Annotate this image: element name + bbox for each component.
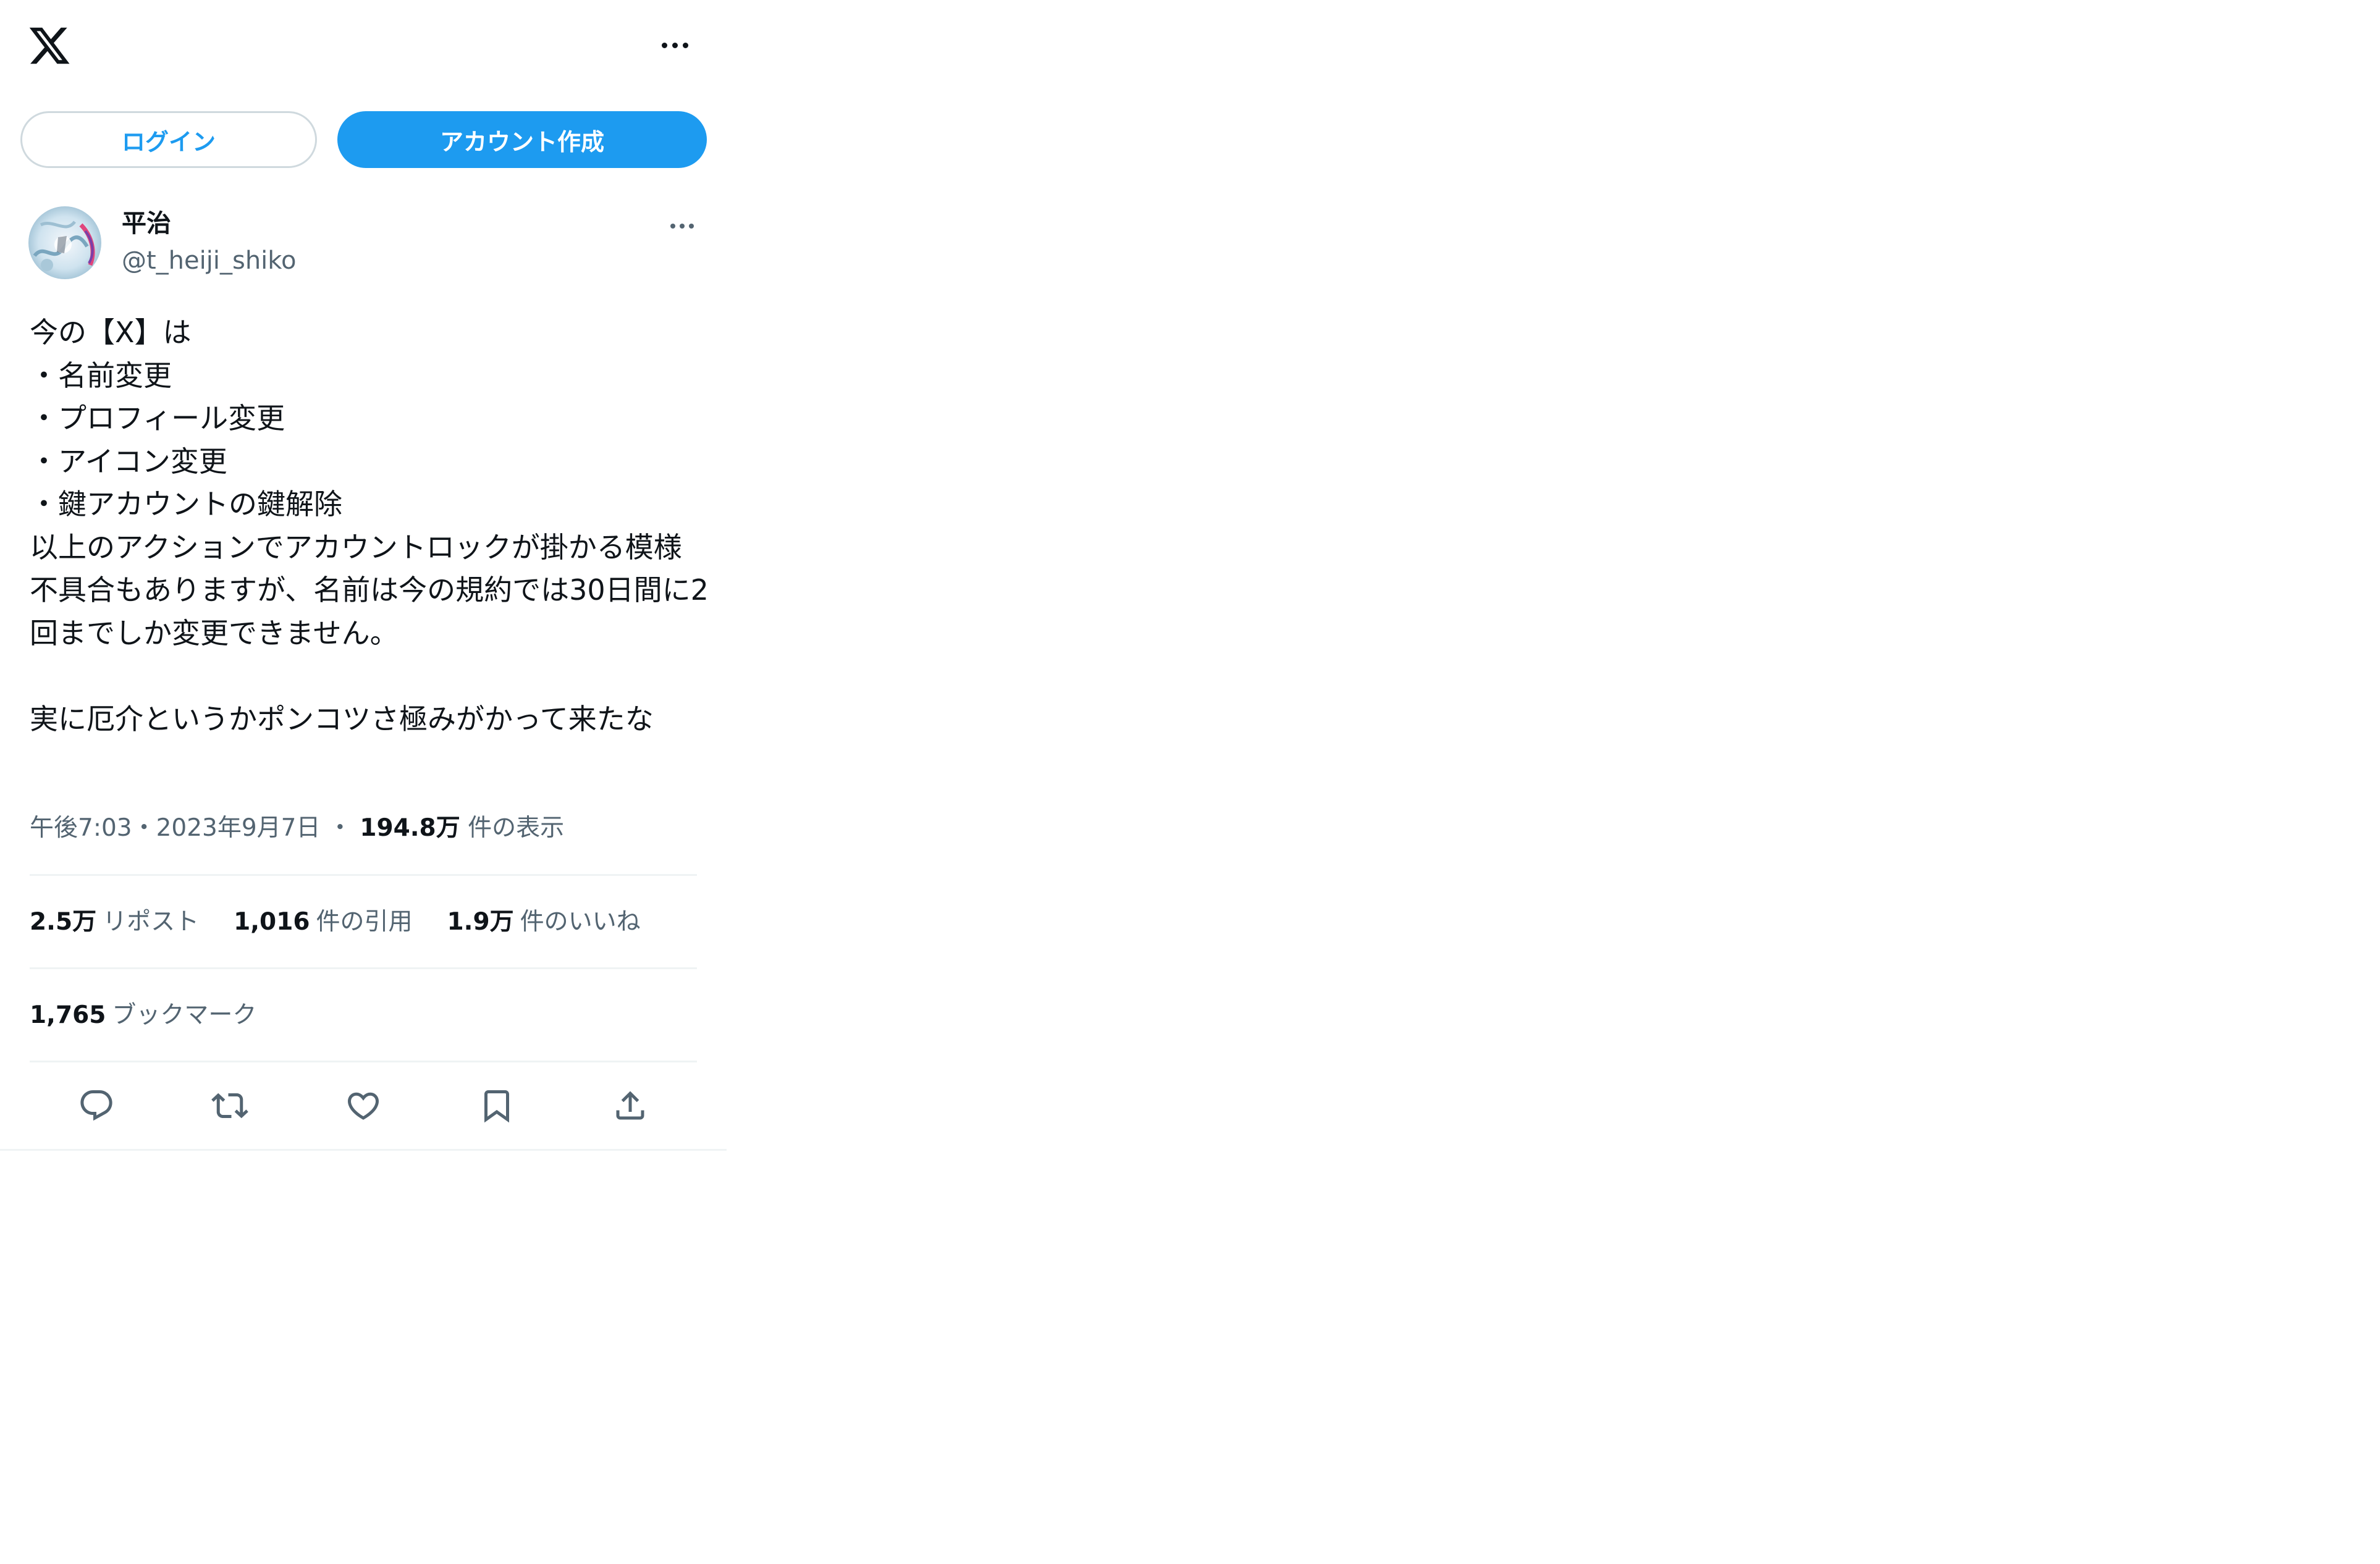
views-label: 件の表示 — [468, 814, 565, 842]
separator: ・ — [132, 814, 156, 842]
divider — [30, 967, 697, 969]
separator: ・ — [327, 814, 352, 842]
tweet-more-button[interactable] — [664, 214, 701, 238]
share-icon — [616, 1091, 644, 1120]
repost-icon — [211, 1093, 248, 1119]
more-horizontal-icon — [661, 42, 688, 48]
user-handle[interactable]: @t_heiji_shiko — [122, 245, 297, 277]
repost-button[interactable] — [205, 1081, 255, 1130]
like-button[interactable] — [339, 1081, 388, 1130]
reposts-label: リポスト — [103, 908, 200, 936]
engagement-stats: 2.5万 リポスト 1,016 件の引用 1.9万 件のいいね — [30, 906, 641, 939]
divider — [30, 1061, 697, 1062]
views-count: 194.8万 — [360, 814, 460, 842]
quotes-stat[interactable]: 1,016 件の引用 — [234, 906, 412, 939]
bookmarks-stat[interactable]: 1,765 ブックマーク — [30, 999, 256, 1032]
reposts-count: 2.5万 — [30, 908, 97, 936]
avatar[interactable] — [28, 206, 101, 279]
reply-icon — [80, 1090, 112, 1121]
share-button[interactable] — [606, 1081, 655, 1130]
tweet-date[interactable]: 2023年9月7日 — [156, 814, 321, 842]
like-icon — [347, 1092, 379, 1120]
login-button[interactable]: ログイン — [20, 111, 317, 168]
bookmarks-label: ブックマーク — [112, 1001, 257, 1029]
bookmark-icon — [484, 1090, 509, 1123]
likes-stat[interactable]: 1.9万 件のいいね — [447, 906, 641, 939]
more-horizontal-icon — [670, 224, 694, 229]
quotes-count: 1,016 — [234, 908, 310, 936]
tweet-text: 今の【X】は ・名前変更 ・プロフィール変更 ・アイコン変更 ・鍵アカウントの鍵… — [30, 316, 709, 736]
display-name[interactable]: 平治 — [122, 208, 171, 240]
bookmark-button[interactable] — [472, 1081, 521, 1130]
likes-label: 件のいいね — [520, 908, 641, 936]
tweet-column: ログイン アカウント作成 平治 @t_heiji_shiko 今の【X】は ・名… — [0, 0, 727, 1151]
bookmarks-count: 1,765 — [30, 1001, 106, 1029]
likes-count: 1.9万 — [447, 908, 514, 936]
create-account-button[interactable]: アカウント作成 — [337, 111, 707, 168]
more-options-button[interactable] — [656, 31, 693, 59]
quotes-label: 件の引用 — [316, 908, 413, 936]
tweet-actions — [30, 1081, 697, 1130]
reply-button[interactable] — [72, 1081, 121, 1130]
tweet-metadata: 午後7:03・2023年9月7日 ・ 194.8万 件の表示 — [30, 812, 564, 845]
divider — [30, 874, 697, 876]
reposts-stat[interactable]: 2.5万 リポスト — [30, 906, 199, 939]
x-logo-icon[interactable] — [27, 23, 72, 68]
tweet-time[interactable]: 午後7:03 — [30, 814, 132, 842]
page: ログイン アカウント作成 平治 @t_heiji_shiko 今の【X】は ・名… — [0, 0, 2380, 1564]
